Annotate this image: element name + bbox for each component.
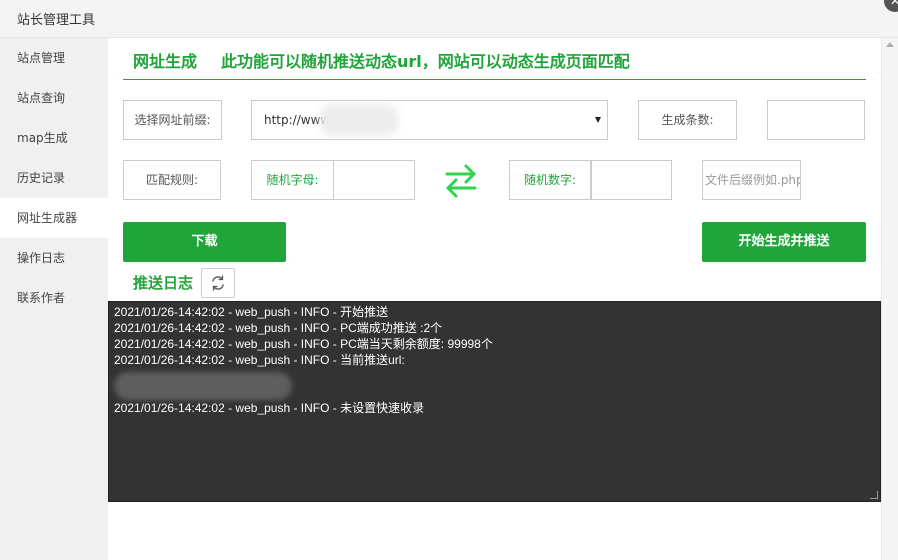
page-header: 网址生成 此功能可以随机推送动态url，网站可以动态生成页面匹配 <box>133 48 630 72</box>
redacted-log-line <box>114 368 880 400</box>
redacted-blur <box>320 105 398 135</box>
swap-arrows-icon[interactable] <box>444 163 478 199</box>
sidebar-item-map-generate[interactable]: map生成 <box>0 118 108 158</box>
redacted-blur <box>114 372 292 400</box>
download-button[interactable]: 下载 <box>123 222 286 262</box>
resize-handle-icon[interactable] <box>870 491 878 499</box>
scroll-up-icon[interactable] <box>886 42 894 47</box>
log-line: 2021/01/26-14:42:02 - web_push - INFO - … <box>114 305 389 319</box>
refresh-button[interactable] <box>201 268 235 298</box>
match-rule-label: 匹配规则: <box>123 160 221 200</box>
suffix-input[interactable]: 文件后缀例如.php <box>702 160 801 200</box>
scrollbar[interactable] <box>881 38 898 560</box>
title-bar: 站长管理工具 <box>0 0 898 38</box>
window-title: 站长管理工具 <box>17 13 96 28</box>
chevron-down-icon <box>595 117 601 123</box>
log-line: 2021/01/26-14:42:02 - web_push - INFO - … <box>114 401 425 415</box>
log-line: 2021/01/26-14:42:02 - web_push - INFO - … <box>114 337 493 351</box>
random-digits-label: 随机数字: <box>509 160 591 200</box>
sidebar-item-contact-author[interactable]: 联系作者 <box>0 278 108 318</box>
sidebar-item-url-generator[interactable]: 网址生成器 <box>0 198 108 238</box>
start-push-button[interactable]: 开始生成并推送 <box>702 222 866 262</box>
sidebar-item-operation-log[interactable]: 操作日志 <box>0 238 108 278</box>
header-divider <box>123 79 866 80</box>
log-title: 推送日志 <box>133 274 194 292</box>
random-letters-input[interactable] <box>333 160 415 200</box>
prefix-label: 选择网址前缀: <box>123 100 222 140</box>
log-output[interactable]: 2021/01/26-14:42:02 - web_push - INFO - … <box>108 301 881 502</box>
sidebar-item-site-query[interactable]: 站点查询 <box>0 78 108 118</box>
sidebar: 站点管理 站点查询 map生成 历史记录 网址生成器 操作日志 联系作者 <box>0 38 108 560</box>
refresh-icon <box>212 275 224 291</box>
log-line: 2021/01/26-14:42:02 - web_push - INFO - … <box>114 321 443 335</box>
prefix-select[interactable]: http://www <box>251 100 608 140</box>
count-input[interactable] <box>767 100 865 140</box>
page-title: 网址生成 <box>133 52 198 71</box>
sidebar-item-history[interactable]: 历史记录 <box>0 158 108 198</box>
random-digits-input[interactable] <box>591 160 672 200</box>
random-letters-label: 随机字母: <box>251 160 334 200</box>
page-description: 此功能可以随机推送动态url，网站可以动态生成页面匹配 <box>221 52 630 71</box>
count-label: 生成条数: <box>638 100 737 140</box>
log-line: 2021/01/26-14:42:02 - web_push - INFO - … <box>114 353 405 367</box>
sidebar-item-site-management[interactable]: 站点管理 <box>0 38 108 78</box>
